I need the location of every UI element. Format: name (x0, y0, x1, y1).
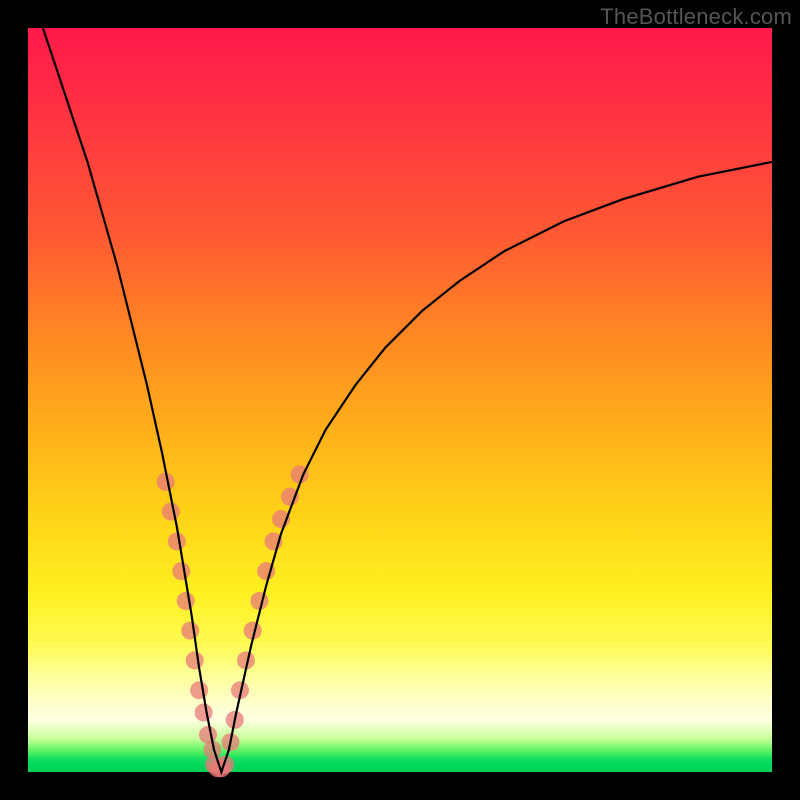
data-point (172, 562, 190, 580)
data-point (250, 592, 268, 610)
watermark-text: TheBottleneck.com (600, 4, 792, 30)
data-point (177, 592, 195, 610)
chart-svg (28, 28, 772, 772)
data-point (168, 532, 186, 550)
data-point (162, 503, 180, 521)
data-point (190, 681, 208, 699)
plot-area (28, 28, 772, 772)
data-point (181, 622, 199, 640)
bottleneck-curve (43, 28, 772, 772)
data-point (195, 704, 213, 722)
chart-frame: TheBottleneck.com (0, 0, 800, 800)
data-point (186, 651, 204, 669)
